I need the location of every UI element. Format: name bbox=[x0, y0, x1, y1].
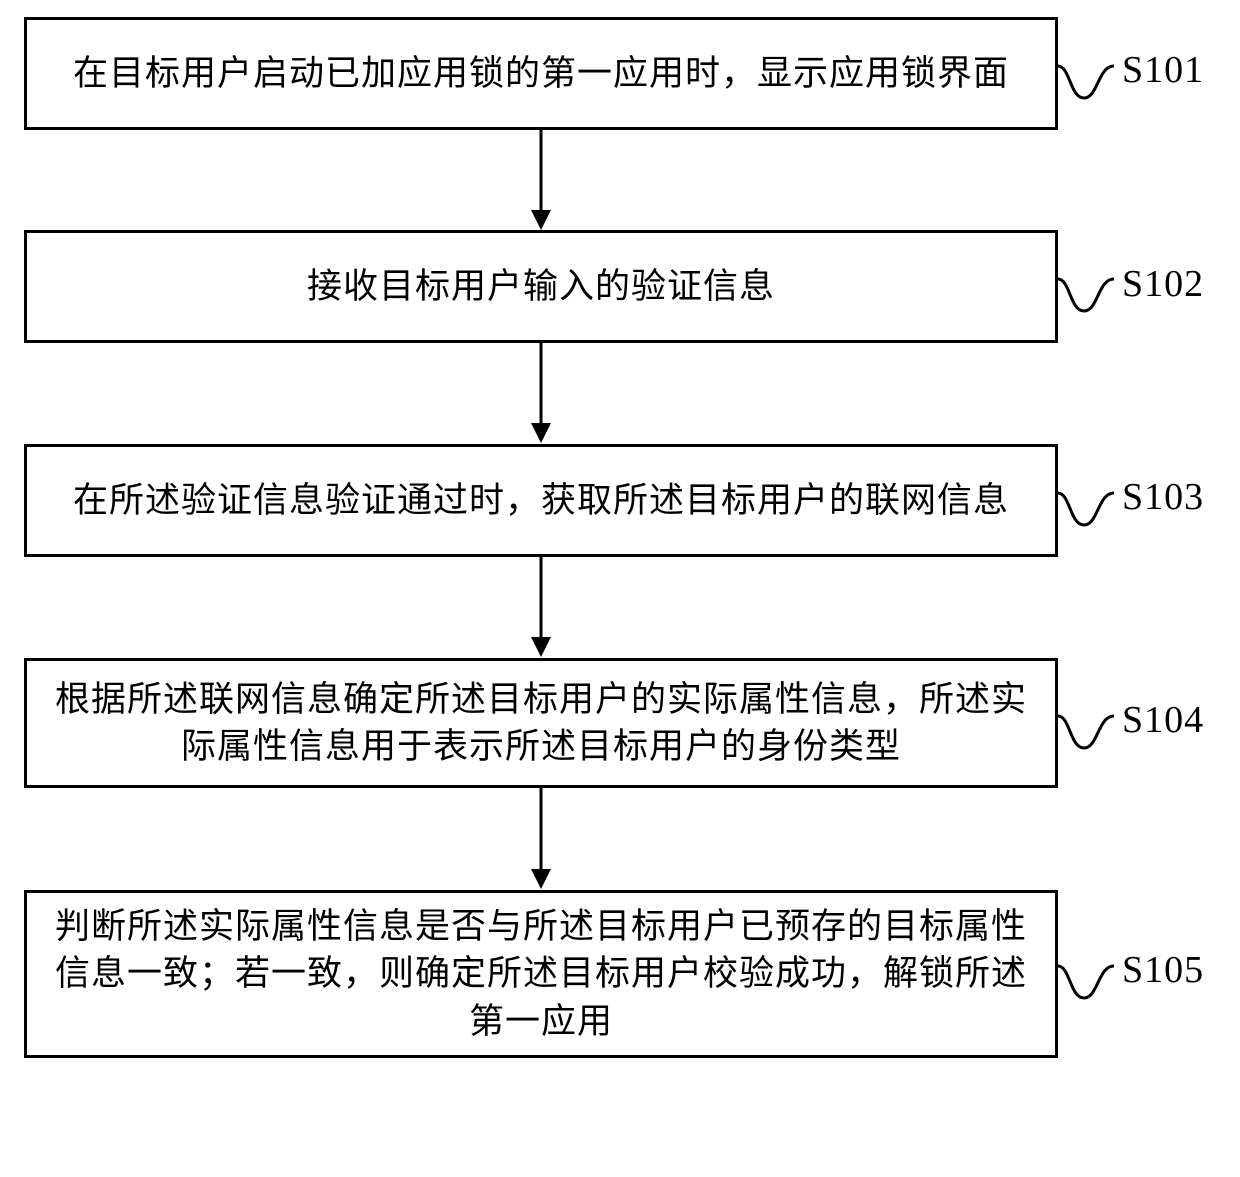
flow-step-label: S103 bbox=[1122, 475, 1204, 519]
flow-arrow bbox=[527, 130, 555, 230]
flow-step-text: 接收目标用户输入的验证信息 bbox=[307, 263, 775, 310]
brace-connector bbox=[1058, 52, 1114, 110]
flow-step-box: 判断所述实际属性信息是否与所述目标用户已预存的目标属性信息一致；若一致，则确定所… bbox=[24, 890, 1058, 1058]
brace-connector bbox=[1058, 265, 1114, 323]
flow-arrow bbox=[527, 788, 555, 889]
flow-arrow bbox=[527, 557, 555, 657]
flow-step-label: S102 bbox=[1122, 262, 1204, 306]
brace-connector bbox=[1058, 479, 1114, 537]
flow-arrow bbox=[527, 343, 555, 443]
flow-step-box: 根据所述联网信息确定所述目标用户的实际属性信息，所述实际属性信息用于表示所述目标… bbox=[24, 658, 1058, 788]
flow-step-box: 在目标用户启动已加应用锁的第一应用时，显示应用锁界面 bbox=[24, 17, 1058, 130]
brace-connector bbox=[1058, 702, 1114, 760]
flow-step-label: S101 bbox=[1122, 48, 1204, 92]
flow-step-label: S104 bbox=[1122, 698, 1204, 742]
flow-step-box: 在所述验证信息验证通过时，获取所述目标用户的联网信息 bbox=[24, 444, 1058, 557]
flow-step-text: 在所述验证信息验证通过时，获取所述目标用户的联网信息 bbox=[73, 477, 1009, 524]
brace-connector bbox=[1058, 952, 1114, 1010]
flow-step-label: S105 bbox=[1122, 948, 1204, 992]
flow-step-box: 接收目标用户输入的验证信息 bbox=[24, 230, 1058, 343]
flow-step-text: 根据所述联网信息确定所述目标用户的实际属性信息，所述实际属性信息用于表示所述目标… bbox=[49, 676, 1033, 771]
flow-step-text: 在目标用户启动已加应用锁的第一应用时，显示应用锁界面 bbox=[73, 50, 1009, 97]
flow-step-text: 判断所述实际属性信息是否与所述目标用户已预存的目标属性信息一致；若一致，则确定所… bbox=[49, 903, 1033, 1045]
